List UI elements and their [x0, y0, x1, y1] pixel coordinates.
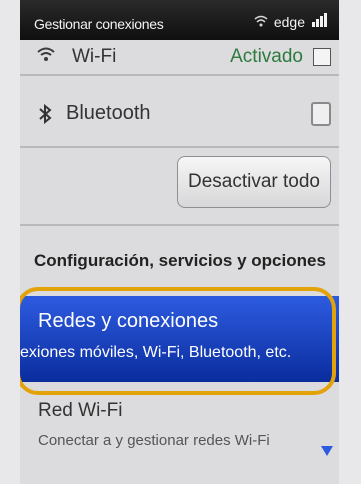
wifi-status-value: Activado	[230, 46, 303, 67]
menu-item-description: Conectar a y gestionar redes Wi-Fi	[38, 432, 270, 449]
wifi-label: Wi-Fi	[72, 46, 117, 67]
bluetooth-icon	[38, 103, 52, 130]
bezel-left	[0, 0, 20, 484]
bluetooth-label: Bluetooth	[66, 102, 151, 124]
wifi-row[interactable]: Wi-Fi Activado	[20, 38, 339, 72]
divider	[20, 224, 339, 226]
bluetooth-checkbox[interactable]	[311, 102, 331, 126]
deactivate-all-button[interactable]: Desactivar todo	[177, 156, 331, 208]
wifi-status-icon	[254, 14, 268, 30]
menu-item-wifi-network[interactable]: Red Wi-Fi Conectar a y gestionar redes W…	[20, 394, 339, 464]
status-right: edge	[254, 12, 331, 31]
divider	[20, 146, 339, 148]
section-title: Configuración, servicios y opciones	[34, 251, 326, 270]
menu-item-title: Red Wi-Fi	[38, 400, 123, 421]
menu-item-networks-selected[interactable]: Redes y conexiones exiones móviles, Wi-F…	[20, 296, 339, 382]
menu-item-description: exiones móviles, Wi-Fi, Bluetooth, etc.	[20, 344, 292, 361]
network-type-label: edge	[273, 13, 305, 30]
status-title: Gestionar conexiones	[34, 16, 164, 32]
bluetooth-row[interactable]: Bluetooth	[20, 86, 339, 142]
divider	[20, 74, 339, 76]
phone-screen: Gestionar conexiones edge Wi-Fi Activado…	[20, 0, 339, 469]
status-bar: Gestionar conexiones edge	[20, 0, 339, 40]
wifi-checkbox[interactable]	[313, 48, 331, 66]
menu-item-title: Redes y conexiones	[38, 310, 219, 332]
bezel-right	[339, 0, 361, 484]
wifi-icon	[36, 46, 56, 67]
scroll-down-arrow-icon[interactable]	[321, 446, 333, 456]
signal-icon	[311, 12, 331, 31]
